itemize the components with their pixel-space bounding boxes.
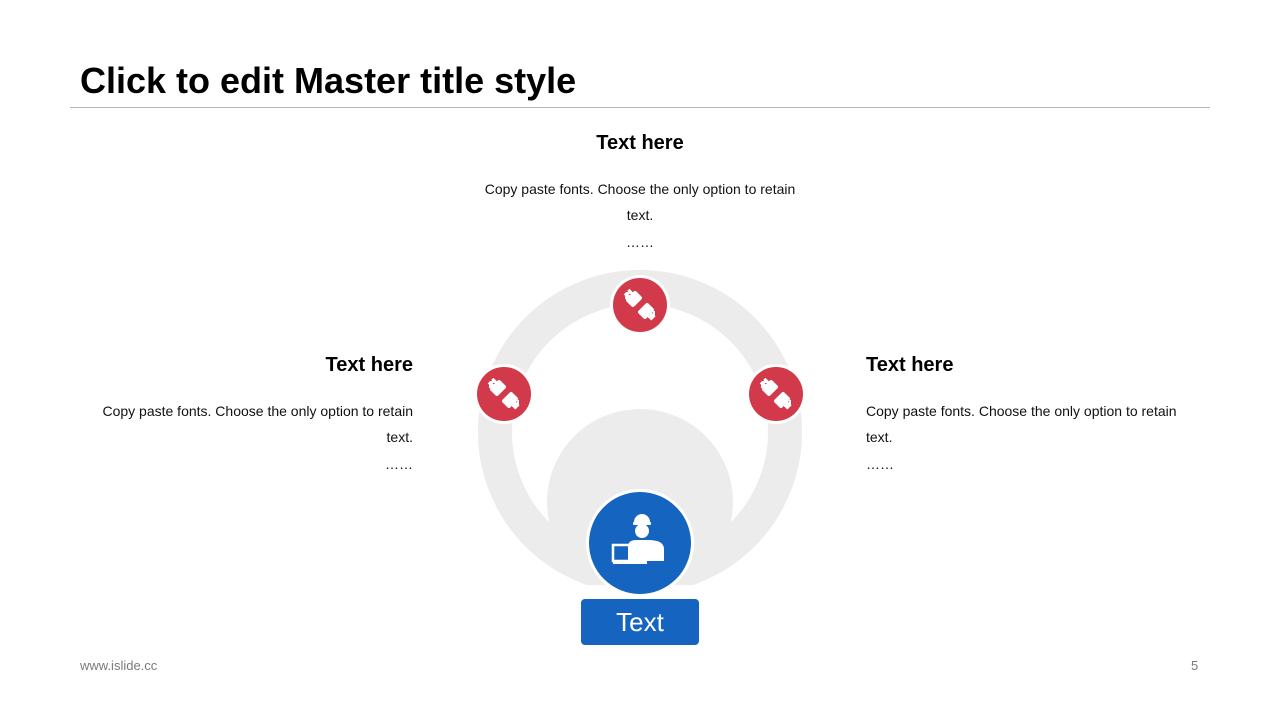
center-node xyxy=(586,489,694,597)
left-node xyxy=(474,364,534,424)
right-node xyxy=(746,364,806,424)
footer-url: www.islide.cc xyxy=(80,658,158,673)
top-node xyxy=(610,275,670,335)
page-number: 5 xyxy=(1191,658,1199,673)
center-label: Text xyxy=(581,599,699,645)
